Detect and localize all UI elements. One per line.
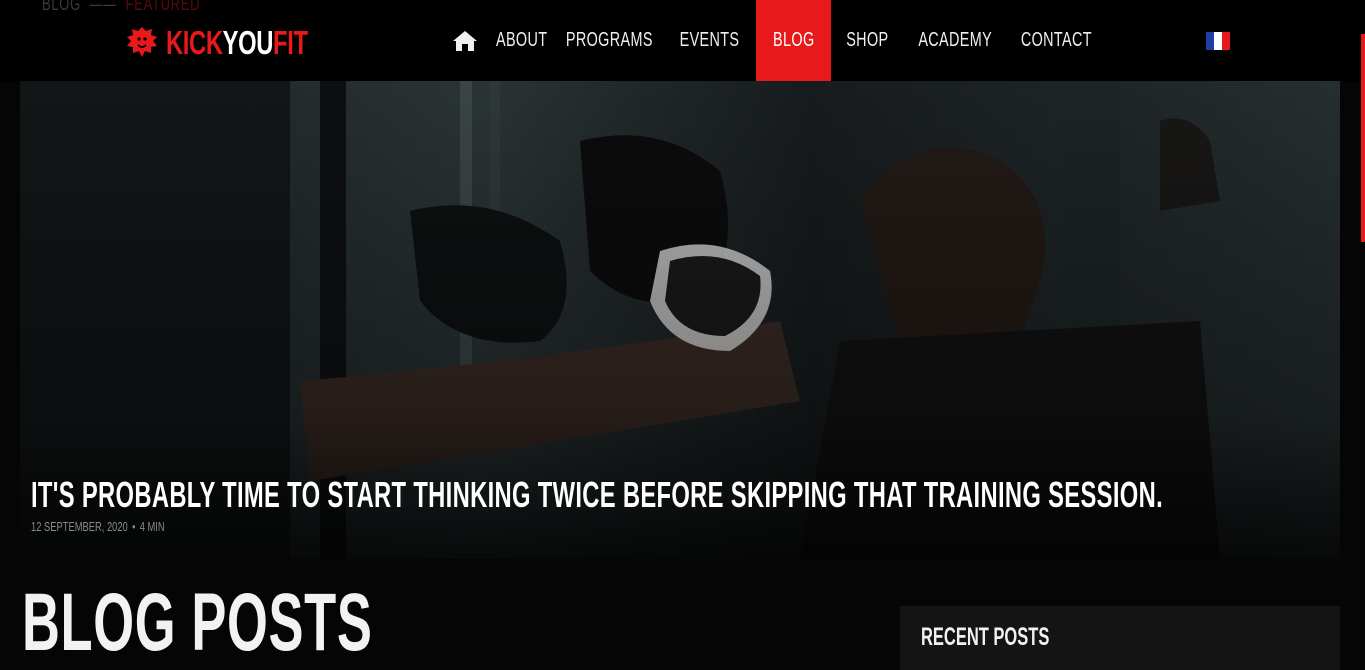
- breadcrumb-parent[interactable]: Blog: [42, 0, 81, 14]
- nav-programs[interactable]: Programs: [554, 0, 664, 81]
- top-navigation-bar: Blog —— Featured KICKYOUFIT About Progra…: [0, 0, 1365, 81]
- logo-wordmark: KICKYOUFIT: [166, 23, 308, 61]
- breadcrumb-separator: ——: [89, 0, 117, 14]
- lion-head-icon: [127, 27, 157, 57]
- featured-post-title[interactable]: It's probably time to start thinking twi…: [31, 474, 1163, 516]
- nav-blog[interactable]: Blog: [756, 0, 831, 81]
- page-title: Blog Posts: [22, 577, 373, 668]
- featured-post-meta: 12 September, 2020 • 4 min: [31, 519, 165, 534]
- breadcrumb-current: Featured: [125, 0, 201, 14]
- nav-about[interactable]: About: [490, 0, 554, 81]
- nav-home[interactable]: [440, 0, 490, 81]
- nav-events[interactable]: Events: [664, 0, 756, 81]
- french-flag-icon[interactable]: [1206, 32, 1230, 50]
- home-icon: [453, 30, 477, 51]
- breadcrumb: Blog —— Featured: [42, 0, 200, 15]
- read-time: 4 min: [139, 519, 165, 534]
- recent-posts-title: Recent Posts: [921, 623, 1050, 651]
- nav-shop[interactable]: Shop: [831, 0, 903, 81]
- scrollbar-thumb[interactable]: [1361, 34, 1365, 242]
- post-date: 12 September, 2020: [31, 519, 128, 534]
- main-menu: About Programs Events Blog Shop Academy …: [440, 0, 1105, 81]
- featured-post-hero[interactable]: It's probably time to start thinking twi…: [20, 81, 1340, 559]
- nav-academy[interactable]: Academy: [903, 0, 1007, 81]
- site-logo[interactable]: KICKYOUFIT: [124, 22, 363, 62]
- meta-separator: •: [132, 519, 136, 534]
- recent-posts-widget: Recent Posts: [900, 606, 1340, 670]
- nav-contact[interactable]: Contact: [1007, 0, 1105, 81]
